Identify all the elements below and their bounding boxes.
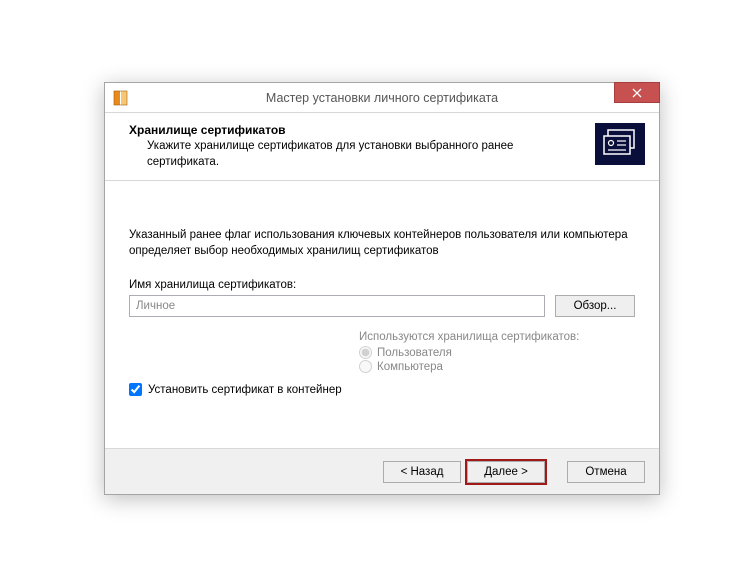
wizard-footer: < Назад Далее > Отмена (105, 448, 659, 494)
store-name-label: Имя хранилища сертификатов: (129, 279, 635, 291)
titlebar: Мастер установки личного сертификата (105, 83, 659, 113)
radio-computer (359, 360, 372, 373)
header-text-block: Хранилище сертификатов Укажите хранилище… (129, 123, 587, 170)
next-button[interactable]: Далее > (467, 461, 545, 483)
radio-user-label: Пользователя (377, 347, 452, 359)
radio-computer-row: Компьютера (359, 360, 635, 373)
install-to-container-row: Установить сертификат в контейнер (129, 383, 635, 396)
header-description: Укажите хранилище сертификатов для устан… (147, 139, 527, 170)
radio-user (359, 346, 372, 359)
window-title: Мастер установки личного сертификата (105, 91, 659, 105)
info-text: Указанный ранее флаг использования ключе… (129, 227, 635, 259)
close-button[interactable] (614, 82, 660, 103)
wizard-header: Хранилище сертификатов Укажите хранилище… (105, 113, 659, 181)
app-icon (113, 90, 129, 106)
radio-computer-label: Компьютера (377, 361, 443, 373)
cancel-button[interactable]: Отмена (567, 461, 645, 483)
install-to-container-checkbox[interactable] (129, 383, 142, 396)
wizard-content: Указанный ранее флаг использования ключе… (105, 181, 659, 408)
store-scope-title: Используются хранилища сертификатов: (359, 331, 635, 343)
wizard-window: Мастер установки личного сертификата Хра… (104, 82, 660, 495)
install-to-container-label[interactable]: Установить сертификат в контейнер (148, 384, 342, 396)
header-title: Хранилище сертификатов (129, 123, 587, 137)
store-scope-group: Используются хранилища сертификатов: Пол… (359, 331, 635, 373)
store-field-row: Обзор... (129, 295, 635, 317)
back-button[interactable]: < Назад (383, 461, 461, 483)
radio-user-row: Пользователя (359, 346, 635, 359)
close-icon (632, 88, 642, 98)
store-name-input (129, 295, 545, 317)
browse-button[interactable]: Обзор... (555, 295, 635, 317)
certificate-icon (595, 123, 645, 165)
